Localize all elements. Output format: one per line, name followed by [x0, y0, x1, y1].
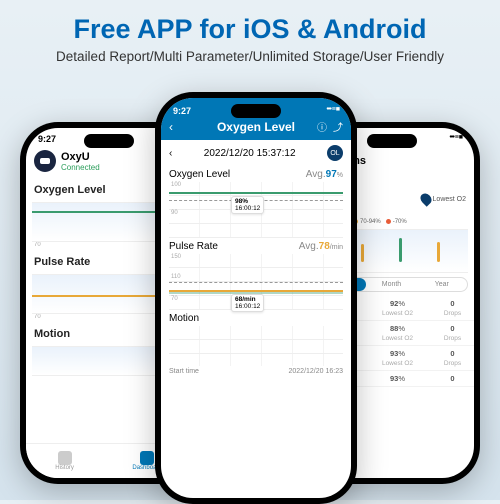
back-button[interactable]: ‹: [169, 120, 173, 134]
pulse-chart: 150 110 70 68/min16:00:12: [169, 254, 343, 310]
ytick: 150: [171, 254, 181, 260]
share-icon[interactable]: ⤴: [333, 119, 343, 134]
device-name: OxyU: [61, 151, 100, 163]
ytick: 110: [171, 274, 181, 280]
oxygen-section: Oxygen Level Avg.97% 100 90 98%16:00:12: [161, 166, 351, 238]
device-state: Connected: [61, 163, 100, 172]
hero-subtitle: Detailed Report/Multi Parameter/Unlimite…: [0, 49, 500, 64]
pulse-callout: 68/min16:00:12: [231, 294, 264, 312]
motion-section: Motion: [161, 310, 351, 366]
oxygen-chart: 100 90 98%16:00:12: [169, 182, 343, 238]
motion-label: Motion: [169, 313, 199, 324]
ytick: 90: [171, 210, 178, 216]
signal-icon: ••• ≡ ■: [326, 106, 339, 116]
clock: 9:27: [38, 134, 56, 144]
motion-label: Motion: [34, 328, 70, 340]
oxygen-callout: 98%16:00:12: [231, 196, 264, 214]
pulse-avg: Avg.78/min: [299, 241, 343, 252]
motion-chart: [169, 326, 343, 366]
drop-icon: [418, 191, 434, 207]
oxygen-label: Oxygen Level: [169, 169, 230, 180]
pulse-label: Pulse Rate: [34, 256, 90, 268]
device-icon: [34, 150, 56, 172]
pulse-section: Pulse Rate Avg.78/min 150 110 70 68/min16…: [161, 238, 351, 310]
info-icon[interactable]: ⓘ: [317, 119, 327, 134]
signal-icon: ••• ≡ ■: [449, 134, 462, 144]
timestamp: 2022/12/20 15:37:12: [204, 148, 296, 159]
lowest-label: Lowest O2: [421, 193, 466, 205]
tab-history[interactable]: History: [55, 451, 74, 471]
start-time-row: Start time2022/12/20 16:23: [161, 366, 351, 377]
segment-year[interactable]: Year: [417, 278, 467, 291]
phone-center: 9:27 ••• ≡ ■ ‹ Oxygen Level ⓘ ⤴ ‹ 2022/12/…: [155, 92, 357, 504]
ytick: 100: [171, 182, 181, 188]
phones-stage: 9:27 ••• ≡ ■ OxyU Connected Oxygen Level …: [0, 82, 500, 502]
notch: [84, 134, 134, 148]
notch: [231, 104, 281, 118]
segment-month[interactable]: Month: [366, 278, 416, 291]
legend-item: -70%: [386, 219, 407, 225]
legend-item: 70-94%: [353, 219, 381, 225]
oxygen-avg: Avg.97%: [306, 169, 343, 180]
hero-title: Free APP for iOS & Android: [0, 0, 500, 45]
notch: [367, 134, 417, 148]
date-bar[interactable]: ‹ 2022/12/20 15:37:12 OL: [161, 140, 351, 166]
ol-badge[interactable]: OL: [327, 145, 343, 161]
clock: 9:27: [173, 106, 191, 116]
oxygen-label: Oxygen Level: [34, 184, 106, 196]
pulse-label: Pulse Rate: [169, 241, 218, 252]
chevron-left-icon[interactable]: ‹: [169, 148, 172, 159]
ytick: 70: [171, 296, 178, 302]
